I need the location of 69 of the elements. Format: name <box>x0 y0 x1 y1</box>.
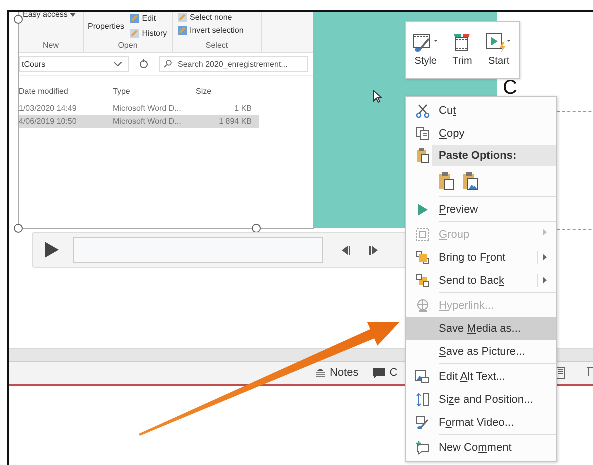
skip-back-icon[interactable] <box>341 246 351 254</box>
chevron-down-icon <box>114 62 122 66</box>
menu-item[interactable]: Save as Picture... <box>406 340 556 363</box>
toolbar-button[interactable]: Style <box>412 33 439 67</box>
column-header[interactable]: Type <box>113 86 196 96</box>
menu-item[interactable]: Copy <box>406 122 556 145</box>
menu-item[interactable]: Preview <box>406 196 556 221</box>
format-video-icon <box>416 416 430 430</box>
toolbar-button[interactable]: Start <box>486 33 512 67</box>
trim-icon <box>453 33 472 53</box>
ribbon-command[interactable]: History <box>129 27 168 40</box>
clipboard-icon <box>416 148 430 163</box>
command-icon <box>177 12 188 23</box>
start-icon <box>486 33 512 53</box>
comments-button[interactable]: C <box>372 367 398 379</box>
menu-item[interactable]: Size and Position... <box>406 388 556 411</box>
menu-item[interactable]: New Comment <box>406 434 556 459</box>
skip-forward-icon[interactable] <box>369 246 379 254</box>
menu-item[interactable]: Save Media as... <box>406 317 556 340</box>
ribbon-command[interactable]: Select none <box>177 12 244 23</box>
size-position-icon <box>416 392 430 406</box>
menu-item[interactable]: Send to Back <box>406 269 556 292</box>
resize-handle[interactable] <box>14 224 23 233</box>
column-header[interactable]: Date modified <box>19 86 113 96</box>
search-field[interactable]: Search 2020_enregistrement... <box>159 56 308 72</box>
group-icon <box>416 228 430 242</box>
play-icon <box>418 204 428 216</box>
menu-item[interactable]: Edit Alt Text... <box>406 363 556 388</box>
slide-title-text: C <box>503 81 518 96</box>
path-field[interactable]: tCours <box>19 56 129 72</box>
menu-item[interactable]: Format Video... <box>406 411 556 434</box>
ribbon-command[interactable]: Edit <box>129 12 168 25</box>
copy-icon <box>416 126 430 140</box>
video-style-icon <box>412 33 439 53</box>
paste-keep-formatting-icon[interactable] <box>439 171 455 191</box>
submenu-arrow-icon <box>543 229 547 236</box>
image-text-icon <box>415 370 430 384</box>
caret-icon <box>70 12 76 16</box>
command-icon <box>129 13 140 24</box>
send-to-back-icon <box>416 274 430 288</box>
ribbon-command[interactable]: Properties <box>88 22 126 30</box>
submenu-arrow-icon <box>543 254 547 261</box>
ribbon-command[interactable]: Invert selection <box>177 25 244 36</box>
bring-to-front-icon <box>416 250 430 264</box>
ribbon-group-label: Open <box>117 41 139 52</box>
submenu-arrow-icon <box>543 277 547 284</box>
resize-handle[interactable] <box>14 15 23 24</box>
file-row[interactable]: 1/03/2020 14:49 Microsoft Word D... 1 KB <box>19 102 259 115</box>
notes-icon <box>316 368 325 378</box>
command-icon <box>129 28 140 39</box>
mouse-cursor-icon <box>373 90 382 103</box>
toolbar-button[interactable]: Trim <box>452 33 472 67</box>
command-icon <box>177 25 188 36</box>
ribbon-group-label: Select <box>204 41 230 52</box>
scissors-icon <box>416 104 430 118</box>
menu-item[interactable]: Bring to Front <box>406 246 556 269</box>
progress-track[interactable] <box>73 237 323 263</box>
play-icon[interactable] <box>45 242 59 258</box>
menu-item[interactable]: Cut <box>406 99 556 122</box>
ribbon-group-label: New <box>42 41 60 52</box>
search-icon <box>164 60 172 68</box>
new-comment-icon <box>416 440 430 454</box>
comment-icon <box>372 368 385 378</box>
notes-button[interactable]: Notes <box>316 367 359 379</box>
reading-view-icon[interactable] <box>556 367 565 379</box>
paste-picture-icon[interactable] <box>463 171 479 191</box>
refresh-icon[interactable] <box>139 59 149 69</box>
column-header[interactable]: Size <box>196 86 252 96</box>
globe-link-icon <box>416 298 430 312</box>
